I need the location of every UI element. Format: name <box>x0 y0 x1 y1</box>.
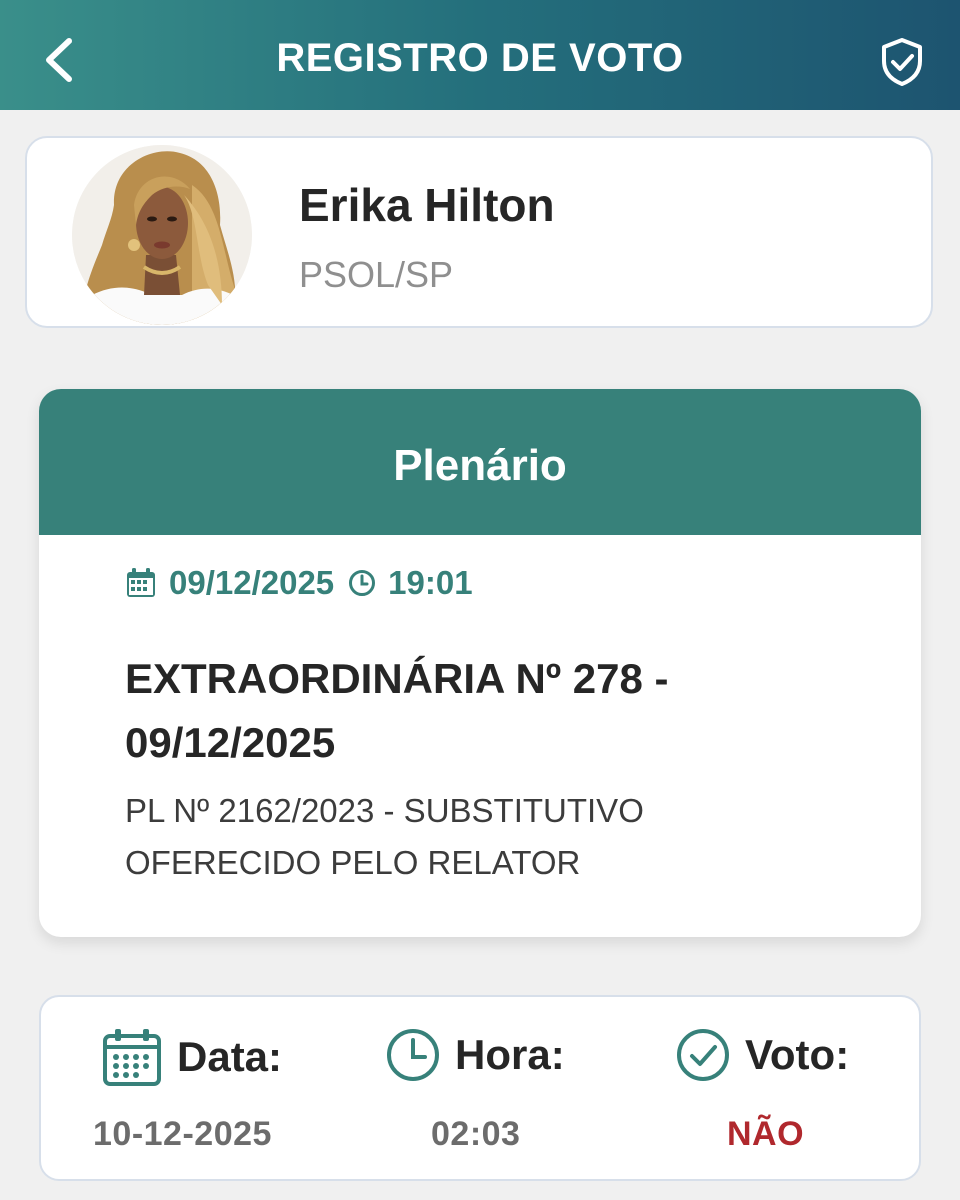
vote-record-card: Data: 10-12-2025 Hora: 02:03 Voto: NÃO <box>39 995 921 1181</box>
page-title: REGISTRO DE VOTO <box>276 36 684 80</box>
session-date: 09/12/2025 <box>169 564 335 601</box>
vote-choice-label: Voto: <box>745 1031 850 1078</box>
avatar <box>72 145 252 325</box>
session-name: EXTRAORDINÁRIA Nº 278 - 09/12/2025 <box>125 655 669 766</box>
deputy-party: PSOL/SP <box>299 254 454 295</box>
clock-icon <box>387 1029 439 1081</box>
session-datetime: 09/12/2025 19:01 <box>125 564 473 602</box>
check-circle-icon <box>677 1029 729 1081</box>
session-time: 19:01 <box>388 564 473 601</box>
bill-description: PL Nº 2162/2023 - SUBSTITUTIVO OFERECIDO… <box>125 792 644 881</box>
clock-icon <box>349 570 376 596</box>
calendar-icon <box>103 1029 161 1086</box>
app-header: REGISTRO DE VOTO <box>0 0 960 110</box>
vote-time-label: Hora: <box>455 1031 565 1078</box>
vote-date-value: 10-12-2025 <box>93 1115 272 1153</box>
shield-check-icon <box>882 38 922 86</box>
session-card[interactable]: Plenário 09/12/2025 19:01 EXTRAORDINÁRIA… <box>39 389 921 937</box>
deputy-name: Erika Hilton <box>299 179 555 231</box>
security-button[interactable] <box>876 36 928 88</box>
session-header: Plenário <box>39 389 921 535</box>
vote-choice-value: NÃO <box>727 1115 805 1153</box>
calendar-icon <box>127 568 155 597</box>
vote-time-value: 02:03 <box>431 1115 521 1153</box>
deputy-profile-card[interactable]: Erika Hilton PSOL/SP <box>25 136 933 328</box>
session-title: Plenário <box>393 441 567 490</box>
vote-date-label: Data: <box>177 1033 283 1080</box>
